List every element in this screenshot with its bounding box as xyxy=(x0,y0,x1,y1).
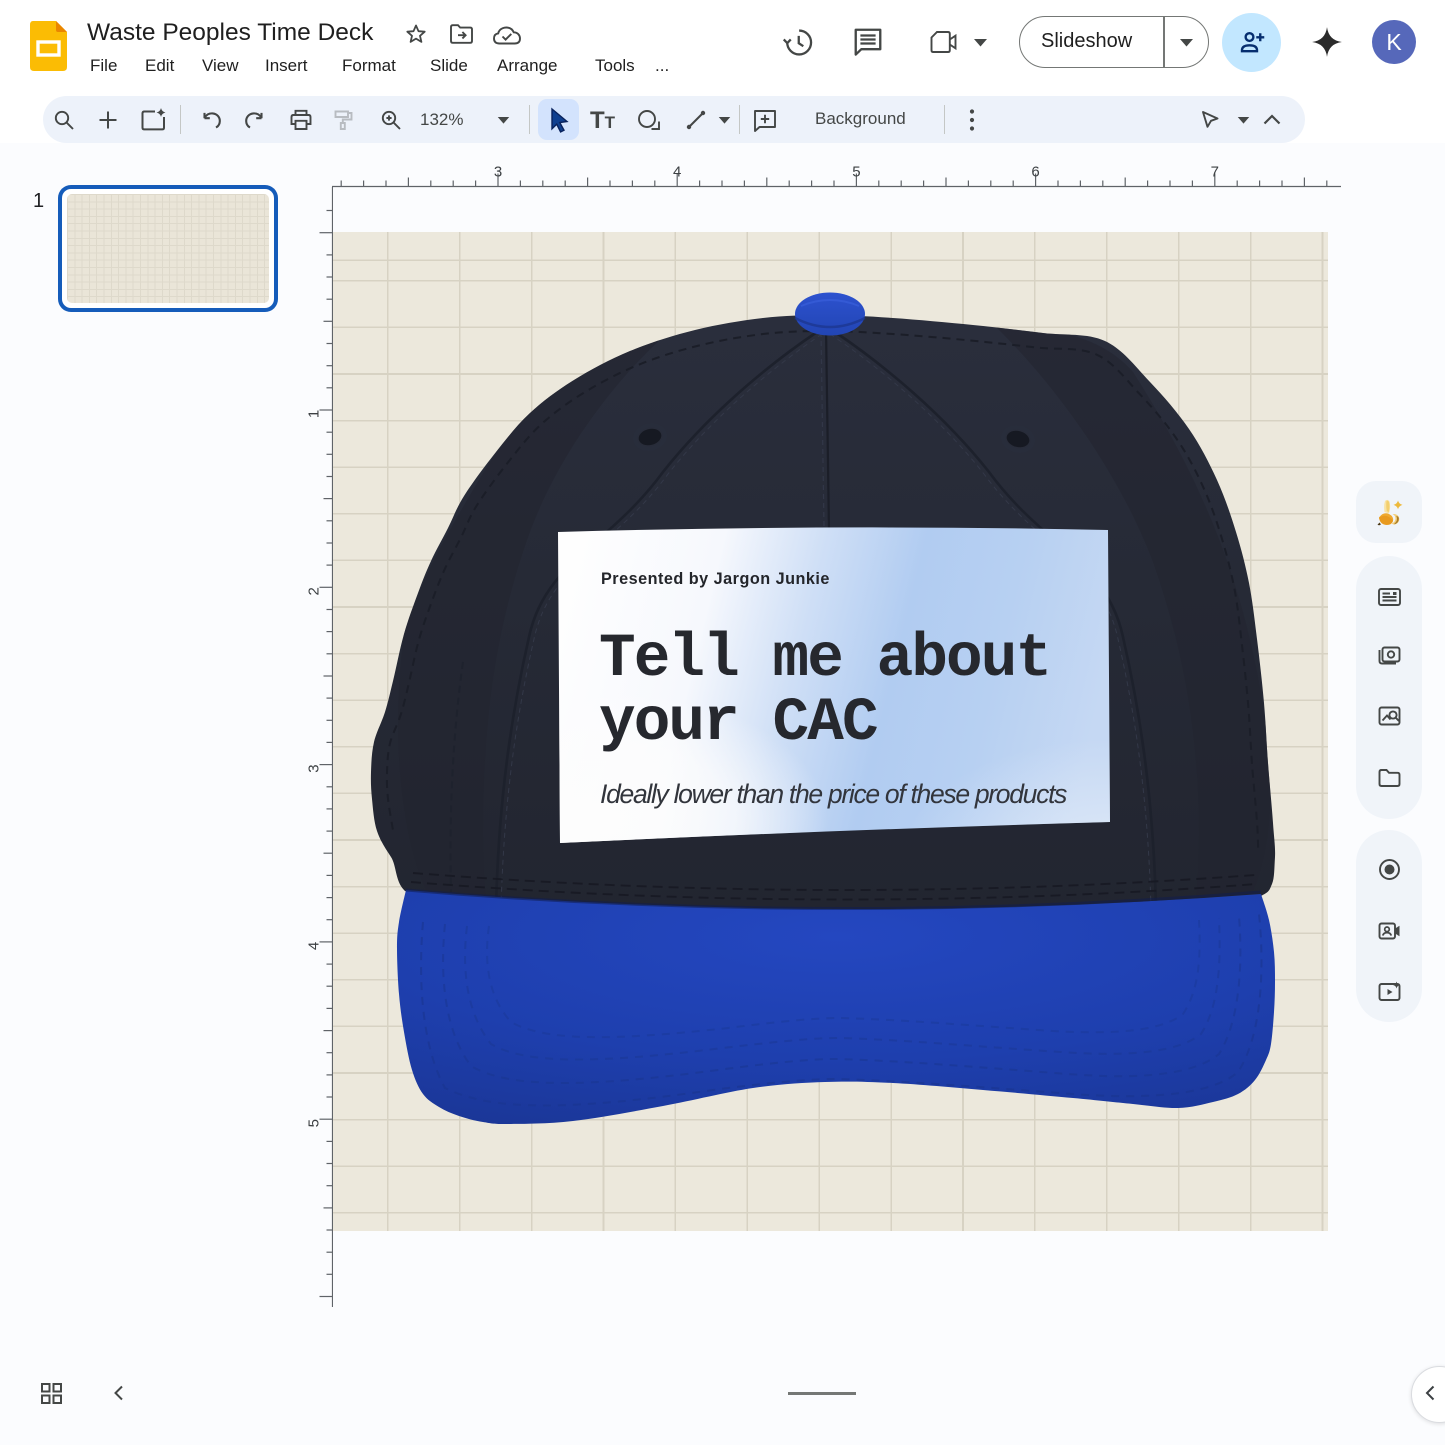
svg-text:your CAC: your CAC xyxy=(599,689,877,758)
svg-text:Presented by Jargon Junkie: Presented by Jargon Junkie xyxy=(601,570,830,588)
svg-text:6: 6 xyxy=(1031,164,1039,181)
svg-text:3: 3 xyxy=(494,164,502,181)
svg-text:3: 3 xyxy=(306,764,323,772)
svg-text:4: 4 xyxy=(306,942,323,950)
svg-text:2: 2 xyxy=(306,587,323,595)
svg-text:Ideally lower than the price o: Ideally lower than the price of these pr… xyxy=(600,779,1067,809)
svg-text:1: 1 xyxy=(306,410,323,418)
svg-text:7: 7 xyxy=(1211,164,1219,181)
svg-text:5: 5 xyxy=(852,164,860,181)
svg-text:5: 5 xyxy=(306,1119,323,1127)
svg-text:4: 4 xyxy=(673,164,681,181)
svg-text:Tell me about: Tell me about xyxy=(599,625,1050,694)
